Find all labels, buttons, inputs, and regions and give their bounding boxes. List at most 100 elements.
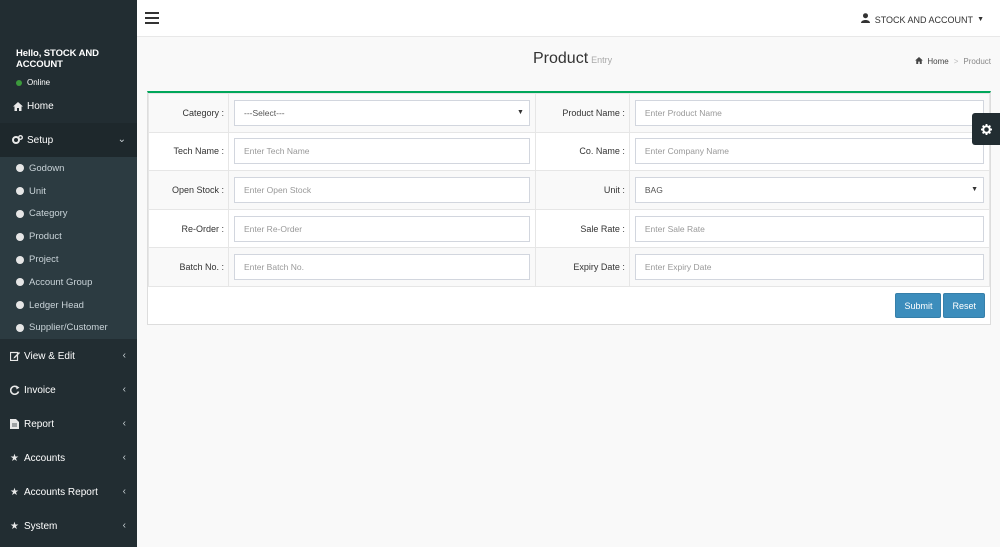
sidebar-item-label: System (24, 520, 58, 532)
sidebar-item-godown[interactable]: Godown (0, 157, 137, 180)
tech-name-input[interactable]: Enter Tech Name (234, 138, 530, 165)
category-select-value: ---Select--- (244, 107, 285, 118)
unit-select[interactable]: BAG ▼ (634, 176, 984, 203)
batch-no-label: Batch No. : (148, 247, 229, 287)
circle-icon (16, 164, 24, 173)
open-stock-label: Open Stock : (148, 170, 229, 210)
sidebar-item-account-group[interactable]: Account Group (0, 271, 137, 294)
chevron-left-icon: ‹ (122, 452, 126, 464)
star-icon: ★ (10, 452, 19, 464)
chevron-left-icon: ‹ (122, 486, 126, 498)
sidebar-item-project[interactable]: Project (0, 248, 137, 271)
breadcrumb: Home > Product (915, 57, 991, 66)
sidebar-item-accounts[interactable]: ★ Accounts ‹ (0, 441, 137, 475)
sidebar-item-label: Unit (29, 185, 46, 197)
form-table: Category : ---Select--- ▼ Product Name :… (148, 93, 991, 287)
dropdown-arrow-icon: ▼ (516, 109, 524, 117)
sidebar-item-setup[interactable]: Setup ⌄ (0, 123, 137, 157)
co-name-label: Co. Name : (534, 131, 630, 172)
sidebar-item-category[interactable]: Category (0, 203, 137, 226)
sidebar-item-report[interactable]: Report ‹ (0, 407, 137, 441)
product-name-label: Product Name : (534, 93, 630, 133)
sidebar-item-label: View & Edit (24, 350, 75, 362)
setup-submenu: Godown Unit Category Product Project Acc… (0, 157, 137, 340)
user-menu-label: STOCK AND ACCOUNT (874, 14, 974, 25)
home-icon (915, 57, 924, 66)
sidebar-item-accounts-report[interactable]: ★ Accounts Report ‹ (0, 475, 137, 509)
cogs-icon (12, 135, 23, 146)
user-status-label: Online (27, 78, 51, 87)
dropdown-arrow-icon: ▼ (971, 186, 978, 194)
re-order-input[interactable]: Enter Re-Order (234, 215, 530, 242)
chevron-left-icon: ‹ (122, 350, 126, 362)
submit-button[interactable]: Submit (895, 293, 942, 318)
top-navbar: STOCK AND ACCOUNT ▼ (137, 0, 1000, 37)
product-entry-form: Category : ---Select--- ▼ Product Name :… (147, 91, 991, 325)
refresh-icon (9, 385, 20, 396)
user-status: Online (16, 78, 137, 87)
reset-button[interactable]: Reset (943, 293, 985, 318)
chevron-left-icon: ‹ (122, 418, 126, 430)
caret-down-icon: ▼ (977, 16, 984, 23)
circle-icon (16, 209, 24, 218)
sale-rate-label: Sale Rate : (534, 208, 630, 249)
sidebar-item-home[interactable]: Home (0, 89, 137, 123)
sale-rate-input[interactable]: Enter Sale Rate (634, 215, 984, 242)
sidebar-item-label: Supplier/Customer (29, 322, 108, 334)
circle-icon (16, 232, 24, 241)
sidebar-item-label: Product (29, 231, 62, 243)
home-icon (12, 101, 23, 112)
sidebar-item-label: Category (29, 208, 68, 220)
sidebar-item-label: Project (29, 254, 59, 266)
hamburger-menu-icon[interactable] (145, 12, 159, 24)
form-actions: Submit Reset (895, 293, 985, 318)
circle-icon (16, 187, 24, 196)
page-subtitle: Entry (591, 55, 613, 65)
sidebar-item-invoice[interactable]: Invoice ‹ (0, 373, 137, 407)
batch-no-input[interactable]: Enter Batch No. (234, 254, 530, 281)
sidebar-item-label: Setup (27, 134, 54, 146)
sidebar-item-ledger-head[interactable]: Ledger Head (0, 294, 137, 317)
product-name-input[interactable]: Enter Product Name (634, 99, 984, 126)
page-title-text: Product (533, 50, 589, 67)
sidebar-item-label: Godown (29, 162, 65, 174)
company-name-input[interactable]: Enter Company Name (634, 138, 984, 165)
sidebar-item-label: Account Group (29, 276, 93, 288)
circle-icon (16, 323, 24, 332)
sidebar: Hello, STOCK AND ACCOUNT Online Home Set… (0, 0, 137, 547)
user-icon (860, 13, 870, 26)
unit-label: Unit : (534, 170, 630, 210)
user-panel: Hello, STOCK AND ACCOUNT Online (0, 0, 137, 89)
star-icon: ★ (10, 486, 19, 498)
open-stock-input[interactable]: Enter Open Stock (234, 176, 530, 203)
circle-icon (16, 301, 24, 310)
settings-gear-icon[interactable] (972, 113, 1000, 145)
tech-name-label: Tech Name : (148, 131, 229, 172)
page-title: Product Entry (533, 50, 612, 68)
expiry-date-input[interactable]: Enter Expiry Date (634, 254, 984, 281)
chevron-left-icon: ‹ (122, 520, 126, 532)
sidebar-item-supplier-customer[interactable]: Supplier/Customer (0, 317, 137, 340)
file-icon (9, 419, 20, 430)
edit-icon (9, 351, 20, 362)
unit-select-value: BAG (644, 184, 663, 195)
sidebar-item-unit[interactable]: Unit (0, 180, 137, 203)
breadcrumb-separator: > (953, 57, 959, 66)
breadcrumb-current: Product (963, 57, 991, 66)
sidebar-item-label: Ledger Head (29, 299, 84, 311)
breadcrumb-home-link[interactable]: Home (927, 57, 948, 66)
category-select[interactable]: ---Select--- ▼ (234, 99, 530, 126)
sidebar-item-view-edit[interactable]: View & Edit ‹ (0, 339, 137, 373)
sidebar-item-label: Accounts (24, 452, 66, 464)
circle-icon (16, 255, 24, 264)
expiry-date-label: Expiry Date : (534, 247, 630, 287)
chevron-down-icon: ⌄ (117, 133, 126, 145)
circle-icon (16, 278, 24, 287)
category-label: Category : (148, 93, 229, 133)
user-menu-dropdown[interactable]: STOCK AND ACCOUNT ▼ (860, 13, 984, 26)
sidebar-item-system[interactable]: ★ System ‹ (0, 509, 137, 543)
sidebar-item-product[interactable]: Product (0, 225, 137, 248)
content-header: Product Entry Home > Product (137, 37, 1000, 87)
online-dot-icon (16, 79, 22, 86)
sidebar-item-label: Invoice (24, 384, 56, 396)
